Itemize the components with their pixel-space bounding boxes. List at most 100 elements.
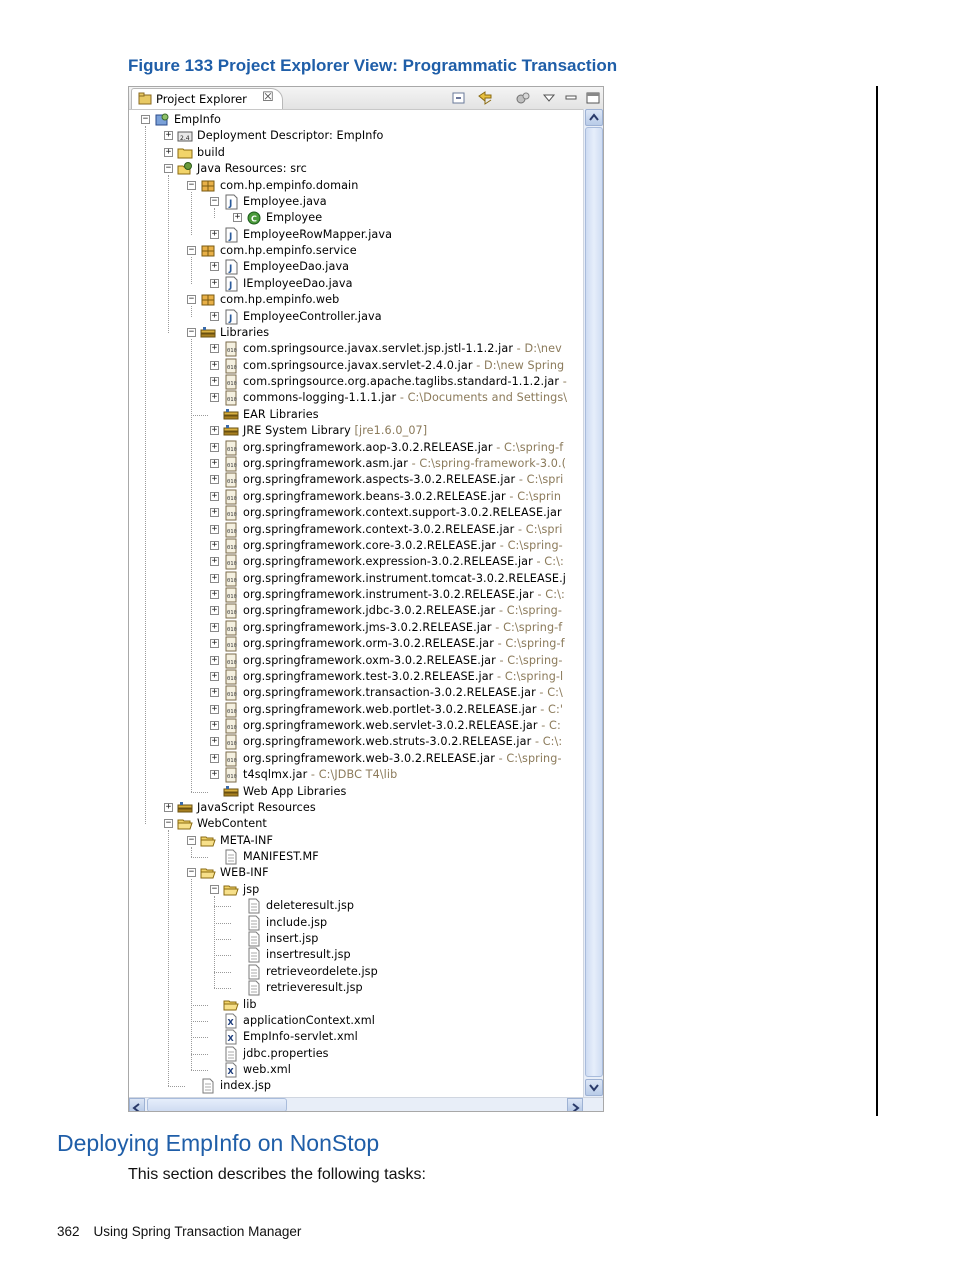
expand-icon[interactable]: + [210,753,219,763]
tree-row[interactable]: X EmpInfo-servlet.xml [129,1029,583,1045]
tree-row[interactable]: − jsp [129,882,583,898]
tree-row[interactable]: +010 commons-logging-1.1.1.jar - C:\Docum… [129,390,583,406]
collapse-icon[interactable]: − [210,196,219,206]
collapse-icon[interactable]: − [210,884,219,894]
expand-icon[interactable]: + [210,688,219,698]
tree-row[interactable]: − com.hp.empinfo.web [129,292,583,308]
tree-row[interactable]: − J Employee.java [129,194,583,210]
tree-row[interactable]: +010 org.springframework.core-3.0.2.RELEA… [129,538,583,554]
expand-icon[interactable]: + [210,524,219,534]
tree-row[interactable]: insertresult.jsp [129,947,583,963]
link-with-editor-icon[interactable] [477,90,493,106]
tree-row[interactable]: − META-INF [129,833,583,849]
collapse-icon[interactable]: − [164,819,173,829]
collapse-icon[interactable]: − [187,868,196,878]
tree-row[interactable]: +010 org.springframework.instrument-3.0.2… [129,587,583,603]
collapse-icon[interactable]: − [187,180,196,190]
tree-row[interactable]: retrieveresult.jsp [129,980,583,996]
expand-icon[interactable]: + [210,573,219,583]
expand-icon[interactable]: + [210,655,219,665]
tree-row[interactable]: +010 com.springsource.javax.servlet-2.4.0… [129,358,583,374]
tree-row[interactable]: − Java Resources: src [129,161,583,177]
expand-icon[interactable]: + [233,213,242,223]
scroll-left-button[interactable] [129,1098,145,1111]
tree-row[interactable]: +010 org.springframework.oxm-3.0.2.RELEAS… [129,653,583,669]
sync-icon[interactable] [515,90,531,106]
collapse-icon[interactable]: − [187,246,196,256]
tree-row[interactable]: − Libraries [129,325,583,341]
tree-row[interactable]: + JRE System Library [jre1.6.0_07] [129,423,583,439]
tree-row[interactable]: include.jsp [129,915,583,931]
expand-icon[interactable]: + [210,721,219,731]
horizontal-scroll-thumb[interactable] [147,1098,287,1111]
expand-icon[interactable]: + [210,737,219,747]
tree-row[interactable]: − EmpInfo [129,112,583,128]
tree-row[interactable]: +010 org.springframework.test-3.0.2.RELEA… [129,669,583,685]
close-icon[interactable]: ☒ [262,90,274,105]
view-menu-icon[interactable] [541,90,557,106]
expand-icon[interactable]: + [210,426,219,436]
tree-row[interactable]: + build [129,145,583,161]
tree-row[interactable]: +010 org.springframework.expression-3.0.2… [129,554,583,570]
tree-row[interactable]: + J EmployeeRowMapper.java [129,227,583,243]
tree-row[interactable]: +2.4 Deployment Descriptor: EmpInfo [129,128,583,144]
tree-row[interactable]: + J IEmployeeDao.java [129,276,583,292]
expand-icon[interactable]: + [210,442,219,452]
expand-icon[interactable]: + [210,377,219,387]
tab-project-explorer[interactable]: Project Explorer ☒ [131,88,283,109]
expand-icon[interactable]: + [210,540,219,550]
scroll-down-button[interactable] [585,1079,603,1096]
expand-icon[interactable]: + [210,704,219,714]
expand-icon[interactable]: + [164,131,173,141]
tree-row[interactable]: + C Employee [129,210,583,226]
tree-row[interactable]: +010 t4sqlmx.jar - C:\JDBC T4\lib [129,767,583,783]
collapse-icon[interactable]: − [187,835,196,845]
expand-icon[interactable]: + [210,278,219,288]
expand-icon[interactable]: + [210,458,219,468]
tree-row[interactable]: + JavaScript Resources [129,800,583,816]
tree-row[interactable]: lib [129,997,583,1013]
tree-row[interactable]: +010 org.springframework.context.support-… [129,505,583,521]
tree-row[interactable]: + J EmployeeController.java [129,309,583,325]
expand-icon[interactable]: + [210,671,219,681]
tree-row[interactable]: +010 org.springframework.orm-3.0.2.RELEAS… [129,636,583,652]
tree-row[interactable]: +010 org.springframework.asm.jar - C:\spr… [129,456,583,472]
vertical-scrollbar[interactable] [583,109,603,1097]
expand-icon[interactable]: + [210,508,219,518]
tree-row[interactable]: Web App Libraries [129,784,583,800]
tree-row[interactable]: MANIFEST.MF [129,849,583,865]
collapse-icon[interactable]: − [164,164,173,174]
tree-row[interactable]: Xweb.xml [129,1062,583,1078]
tree-row[interactable]: +010 org.springframework.web.servlet-3.0.… [129,718,583,734]
collapse-icon[interactable]: − [187,327,196,337]
expand-icon[interactable]: + [210,770,219,780]
expand-icon[interactable]: + [164,802,173,812]
scroll-thumb[interactable] [585,127,603,1077]
collapse-all-icon[interactable] [451,90,467,106]
scroll-right-button[interactable] [567,1098,583,1111]
expand-icon[interactable]: + [164,147,173,157]
expand-icon[interactable]: + [210,491,219,501]
tree-row[interactable]: +010 org.springframework.aop-3.0.2.RELEAS… [129,440,583,456]
expand-icon[interactable]: + [210,557,219,567]
tree-row[interactable]: deleteresult.jsp [129,898,583,914]
tree-row[interactable]: +010 org.springframework.instrument.tomca… [129,571,583,587]
tree-row[interactable]: retrieveordelete.jsp [129,964,583,980]
tree-row[interactable]: +010 org.springframework.jdbc-3.0.2.RELEA… [129,603,583,619]
tree-row[interactable]: +010 com.springsource.javax.servlet.jsp.j… [129,341,583,357]
tree-row[interactable]: insert.jsp [129,931,583,947]
tree-row[interactable]: +010 org.springframework.web.struts-3.0.2… [129,734,583,750]
collapse-icon[interactable]: − [141,115,150,124]
tree-row[interactable]: index.jsp [129,1078,583,1094]
tree-row[interactable]: +010 org.springframework.transaction-3.0.… [129,685,583,701]
tree-row[interactable]: +010 org.springframework.jms-3.0.2.RELEAS… [129,620,583,636]
expand-icon[interactable]: + [210,262,219,272]
tree-row[interactable]: +010 com.springsource.org.apache.taglibs.… [129,374,583,390]
tree-row[interactable]: − WEB-INF [129,865,583,881]
tree-row[interactable]: +010 org.springframework.web-3.0.2.RELEAS… [129,751,583,767]
maximize-icon[interactable] [585,90,601,106]
tree-row[interactable]: − WebContent [129,816,583,832]
tree-row[interactable]: +010 org.springframework.web.portlet-3.0.… [129,702,583,718]
tree-row[interactable]: +010 org.springframework.beans-3.0.2.RELE… [129,489,583,505]
horizontal-scrollbar[interactable] [129,1097,603,1111]
